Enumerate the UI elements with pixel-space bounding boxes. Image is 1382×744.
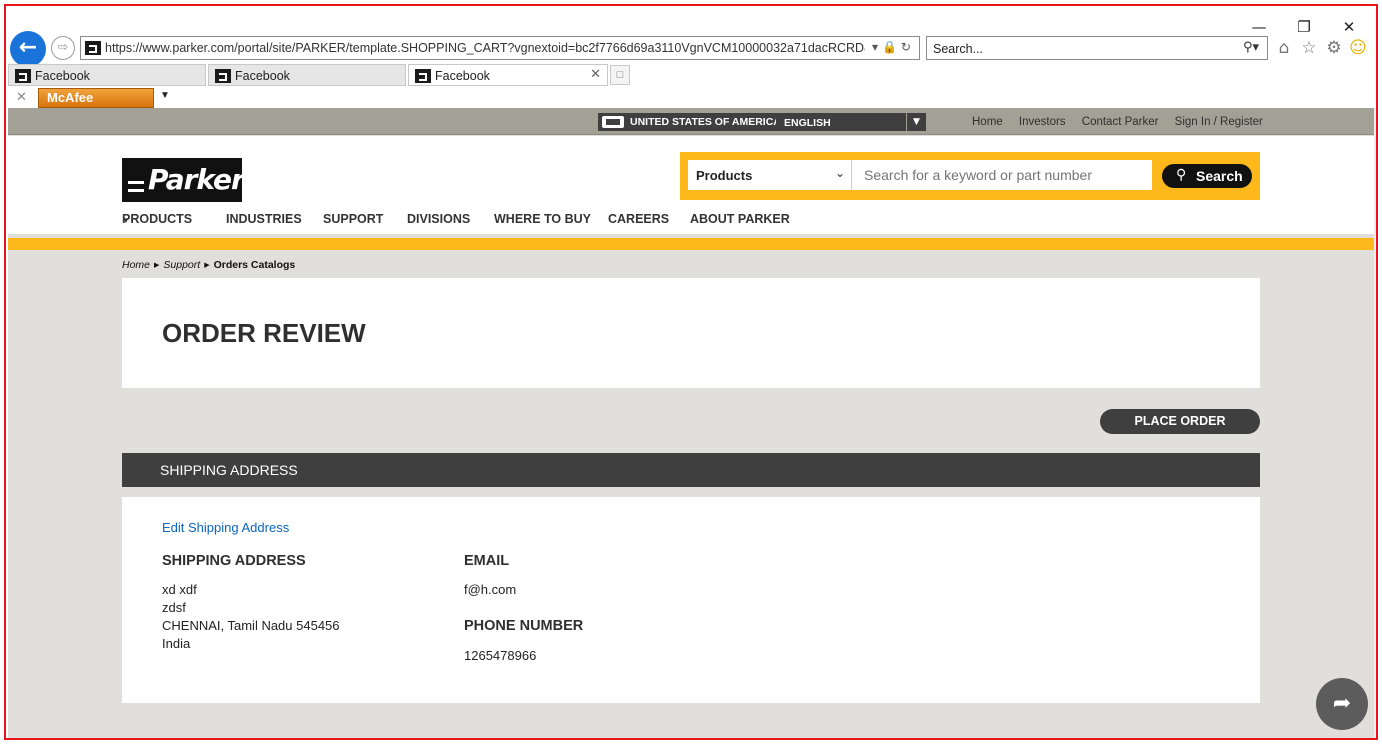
facebook-favicon-icon [415, 69, 431, 83]
phone-value: 1265478966 [464, 648, 537, 663]
tab-label: Facebook [235, 69, 290, 83]
lock-refresh-icon[interactable]: ▾🔒↻ [872, 40, 915, 54]
restore-icon[interactable]: ❐ [1291, 16, 1317, 38]
shipping-address-label: SHIPPING ADDRESS [162, 553, 306, 569]
phone-label: PHONE NUMBER [464, 618, 584, 634]
nav-about-parker[interactable]: ABOUT PARKER [690, 212, 790, 226]
section-header: SHIPPING ADDRESS [122, 453, 1260, 487]
link-contact-parker[interactable]: Contact Parker [1082, 116, 1159, 128]
accent-bar [8, 238, 1374, 250]
tab-strip: Facebook Facebook Facebook ✕ □ [6, 64, 1376, 88]
shipping-panel: Edit Shipping Address SHIPPING ADDRESS x… [122, 497, 1260, 703]
mcafee-label: McAfee [47, 90, 94, 105]
nav-label: PRODUCTS [122, 212, 193, 226]
search-button[interactable]: ⚲ Search [1162, 164, 1252, 188]
link-sign-in-register[interactable]: Sign In / Register [1175, 116, 1263, 128]
home-icon[interactable]: ⌂ [1274, 38, 1294, 58]
close-toolbar-icon[interactable]: ✕ [16, 90, 27, 105]
language-selector[interactable]: ENGLISH ▼ [776, 113, 926, 131]
world-map-icon [602, 116, 624, 128]
browser-search-box[interactable]: Search... ⚲▾ [926, 36, 1268, 60]
site-favicon-icon [85, 41, 101, 55]
email-value: f@h.com [464, 582, 517, 597]
breadcrumb-current: Orders Catalogs [213, 259, 296, 271]
nav-where-to-buy[interactable]: WHERE TO BUY [494, 212, 591, 226]
tab-label: Facebook [435, 69, 490, 83]
browser-search-placeholder: Search... [933, 42, 984, 56]
chevron-down-icon: ⌄ [834, 166, 845, 180]
web-content: UNITED STATES OF AMERICA ENGLISH ▼ Home … [8, 108, 1376, 738]
search-icon: ⚲ [1176, 167, 1187, 183]
place-order-button[interactable]: PLACE ORDER [1100, 409, 1260, 434]
breadcrumb-support[interactable]: Support [163, 259, 200, 271]
link-home[interactable]: Home [972, 116, 1003, 128]
smiley-feedback-icon[interactable]: ☺ [1348, 38, 1368, 58]
title-panel: ORDER REVIEW [122, 278, 1260, 388]
settings-gear-icon[interactable]: ⚙ [1324, 38, 1344, 58]
nav-industries[interactable]: INDUSTRIES [226, 212, 302, 226]
tab-facebook-3[interactable]: Facebook ✕ [408, 64, 608, 86]
facebook-favicon-icon [215, 69, 231, 83]
address-line: CHENNAI, Tamil Nadu 545456 [162, 618, 340, 633]
search-category-select[interactable]: Products ⌄ [688, 160, 852, 190]
address-line: zdsf [162, 600, 186, 615]
url-text[interactable]: https://www.parker.com/portal/site/PARKE… [105, 41, 865, 55]
utility-links: Home Investors Contact Parker Sign In / … [972, 116, 1276, 128]
tab-facebook-2[interactable]: Facebook [208, 64, 406, 86]
edit-shipping-link[interactable]: Edit Shipping Address [162, 520, 289, 535]
favorites-star-icon[interactable]: ☆ [1299, 38, 1319, 58]
email-label: EMAIL [464, 553, 510, 569]
back-arrow-icon[interactable]: ← [10, 31, 46, 67]
breadcrumb-arrow-icon: ▶ [154, 261, 160, 269]
site-header: Parker Products ⌄ ⚲ Search PRODUCTS ▼ IN… [8, 136, 1374, 234]
search-button-label: Search [1196, 168, 1243, 184]
facebook-favicon-icon [15, 69, 31, 83]
close-tab-icon[interactable]: ✕ [590, 67, 601, 82]
breadcrumb-home[interactable]: Home [122, 259, 150, 271]
nav-careers[interactable]: CAREERS [608, 212, 669, 226]
breadcrumb-arrow-icon: ▶ [204, 261, 210, 269]
country-selector[interactable]: UNITED STATES OF AMERICA [598, 113, 789, 131]
browser-window: — ❐ ✕ ← ⇨ https://www.parker.com/portal/… [4, 4, 1378, 740]
nav-support[interactable]: SUPPORT [323, 212, 383, 226]
page-title: ORDER REVIEW [162, 318, 366, 348]
minimize-icon[interactable]: — [1246, 16, 1272, 38]
close-window-icon[interactable]: ✕ [1336, 16, 1362, 38]
address-bar[interactable]: https://www.parker.com/portal/site/PARKE… [80, 36, 920, 60]
mcafee-button[interactable]: McAfee [38, 88, 154, 108]
tab-facebook-1[interactable]: Facebook [8, 64, 206, 86]
parker-logo[interactable]: Parker [122, 158, 245, 202]
nav-products[interactable]: PRODUCTS ▼ [122, 212, 192, 226]
forward-arrow-icon[interactable]: ⇨ [51, 36, 75, 60]
address-line: xd xdf [162, 582, 197, 597]
scrollbar[interactable] [1374, 108, 1376, 738]
chevron-down-icon: ▼ [906, 113, 926, 131]
country-label: UNITED STATES OF AMERICA [630, 116, 781, 128]
address-line: India [162, 636, 191, 651]
nav-divisions[interactable]: DIVISIONS [407, 212, 470, 226]
logo-text: Parker [148, 163, 245, 196]
search-input[interactable] [852, 160, 1152, 190]
breadcrumb: Home ▶ Support ▶ Orders Catalogs [122, 259, 295, 271]
search-icon[interactable]: ⚲▾ [1243, 40, 1259, 55]
link-investors[interactable]: Investors [1019, 116, 1066, 128]
utility-bar: UNITED STATES OF AMERICA ENGLISH ▼ Home … [8, 108, 1374, 135]
addon-toolbar: ✕ McAfee ▼ [6, 88, 1376, 110]
tab-label: Facebook [35, 69, 90, 83]
share-arrow-icon[interactable]: ➦ [1316, 678, 1368, 730]
mcafee-dropdown-icon[interactable]: ▼ [160, 90, 170, 101]
language-label: ENGLISH [784, 117, 831, 129]
site-search: Products ⌄ ⚲ Search [680, 152, 1260, 200]
new-tab-button[interactable]: □ [610, 65, 630, 85]
search-category-value: Products [696, 168, 753, 183]
